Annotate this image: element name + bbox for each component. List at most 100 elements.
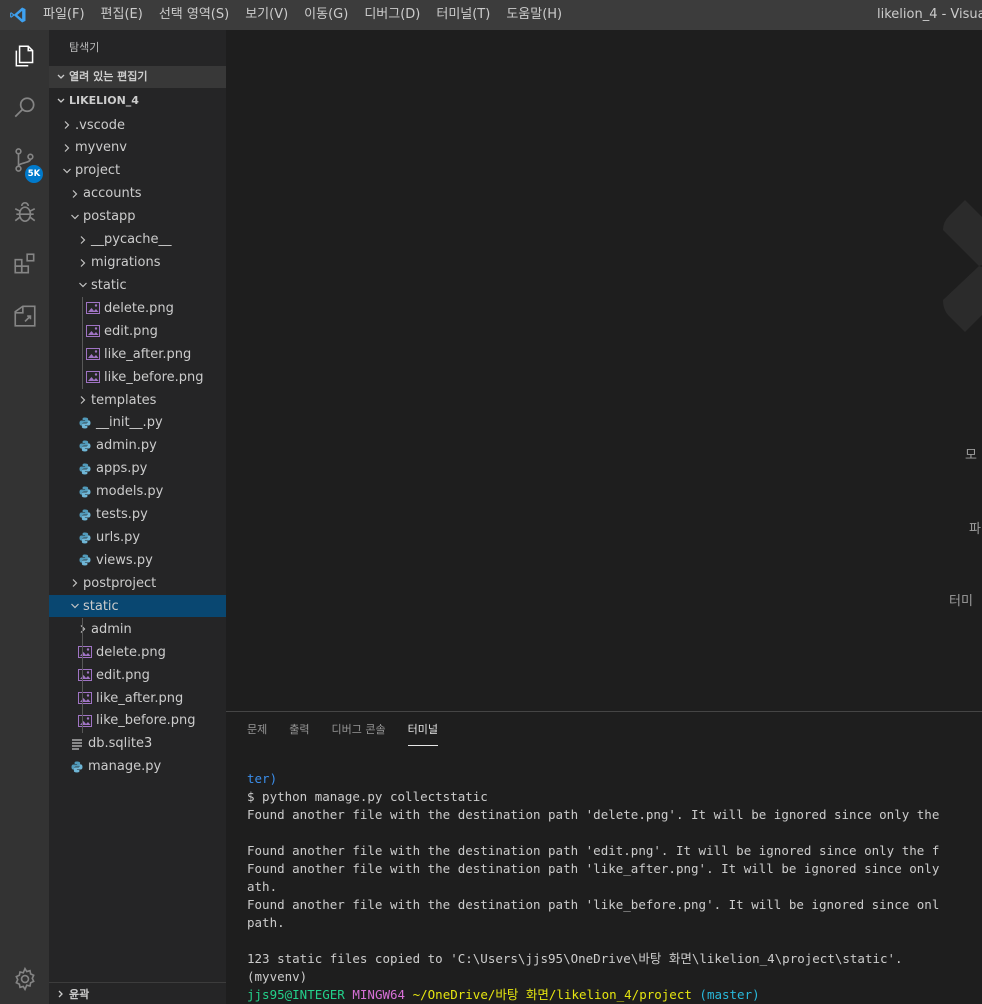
outline-header[interactable]: 윤곽 [49,982,226,1004]
tree-file[interactable]: like_before.png [49,710,226,732]
chevron-right-icon [75,252,91,274]
tree-item-label: like_before.png [96,713,196,729]
tree-file[interactable]: delete.png [49,641,226,663]
chevron-right-icon [59,114,75,136]
python-file-icon [77,412,93,434]
terminal-output[interactable]: ter) $ python manage.py collectstatic Foun… [247,752,939,1004]
panel-tab[interactable]: 터미널 [407,712,439,747]
tree-folder[interactable]: .vscode [49,114,226,136]
editor-area[interactable]: 모 파 터미 [226,30,982,711]
tree-file[interactable]: admin.py [49,435,226,457]
tree-item-label: .vscode [75,117,125,133]
tree-file[interactable]: delete.png [49,297,226,319]
menu-item[interactable]: 도움말(H) [498,0,570,30]
panel-tab[interactable]: 문제 [247,712,267,747]
window-title: likelion_4 - Visual S [877,7,982,22]
remote-explorer-icon[interactable] [0,292,49,340]
panel-tab[interactable]: 디버그 콘솔 [332,712,386,747]
tree-item-label: edit.png [104,323,158,339]
tree-folder[interactable]: __pycache__ [49,229,226,251]
tree-file[interactable]: like_before.png [49,366,226,388]
open-editors-header[interactable]: 열려 있는 편집기 [49,66,226,88]
terminal-line: (myvenv) [247,969,308,984]
chevron-right-icon [75,389,91,411]
menu-item[interactable]: 파일(F) [35,0,93,30]
terminal-line: Found another file with the destination … [247,897,940,912]
panel-tab[interactable]: 출력 [289,712,309,747]
terminal-line: $ python manage.py collectstatic [247,789,488,804]
tree-item-label: postproject [83,575,157,591]
tree-file[interactable]: db.sqlite3 [49,733,226,755]
tree-file[interactable]: like_after.png [49,343,226,365]
image-file-icon [77,710,93,732]
extensions-icon[interactable] [0,240,49,288]
tree-item-label: views.py [96,552,153,568]
tree-file[interactable]: tests.py [49,504,226,526]
menu-item[interactable]: 디버그(D) [356,0,428,30]
tree-item-label: admin.py [96,438,157,454]
tree-folder[interactable]: migrations [49,252,226,274]
menu-item[interactable]: 이동(G) [296,0,356,30]
chevron-right-icon [53,989,69,999]
terminal-line: ath. [247,879,278,894]
tree-folder[interactable]: postproject [49,572,226,594]
tree-item-label: __init__.py [96,415,163,431]
editor-hint-1: 모 [965,448,977,463]
tree-file[interactable]: urls.py [49,527,226,549]
tree-item-label: apps.py [96,461,148,477]
gear-icon[interactable] [0,955,49,1003]
tree-file[interactable]: views.py [49,549,226,571]
explorer-icon[interactable] [0,32,49,80]
chevron-down-icon [59,160,75,182]
tree-folder[interactable]: accounts [49,183,226,205]
tree-folder[interactable]: project [49,160,226,182]
tree-item-label: static [83,598,119,614]
debug-icon[interactable] [0,188,49,236]
tree-file[interactable]: __init__.py [49,412,226,434]
tree-file[interactable]: manage.py [49,756,226,778]
tree-item-label: like_after.png [96,690,184,706]
tree-file[interactable]: apps.py [49,458,226,480]
search-icon[interactable] [0,84,49,132]
tree-item-label: myvenv [75,140,127,156]
tree-folder[interactable]: admin [49,618,226,640]
tree-item-label: delete.png [104,300,174,316]
image-file-icon [85,320,101,342]
editor-hint-2: 파 [969,522,981,537]
tree-folder[interactable]: templates [49,389,226,411]
python-file-icon [69,756,85,778]
tree-folder[interactable]: myvenv [49,137,226,159]
tree-file[interactable]: models.py [49,481,226,503]
python-file-icon [77,504,93,526]
scm-badge: 5K [25,165,43,183]
editor-hint-3: 터미 [949,594,973,609]
tree-item-label: __pycache__ [91,232,172,248]
tree-item-label: static [91,277,127,293]
tree-item-label: migrations [91,255,161,271]
terminal-line: path. [247,915,285,930]
project-label: LIKELION_4 [69,94,139,107]
tree-folder[interactable]: postapp [49,206,226,228]
source-control-icon[interactable]: 5K [0,136,49,184]
menu-item[interactable]: 터미널(T) [428,0,498,30]
tree-item-label: models.py [96,484,164,500]
tree-folder[interactable]: static [49,274,226,296]
tree-item-label: project [75,163,121,179]
project-header[interactable]: LIKELION_4 [49,90,226,112]
image-file-icon [85,366,101,388]
tree-folder[interactable]: static [49,595,226,618]
database-file-icon [69,733,85,755]
tree-file[interactable]: edit.png [49,320,226,342]
tree-file[interactable]: edit.png [49,664,226,686]
chevron-down-icon [53,96,69,106]
prompt-env: MINGW64 [352,987,406,1002]
tree-file[interactable]: like_after.png [49,687,226,709]
chevron-right-icon [67,183,83,205]
image-file-icon [85,343,101,365]
menu-item[interactable]: 보기(V) [237,0,296,30]
terminal-line: ter) [247,771,278,786]
menu-item[interactable]: 선택 영역(S) [151,0,237,30]
menu-item[interactable]: 편집(E) [93,0,151,30]
